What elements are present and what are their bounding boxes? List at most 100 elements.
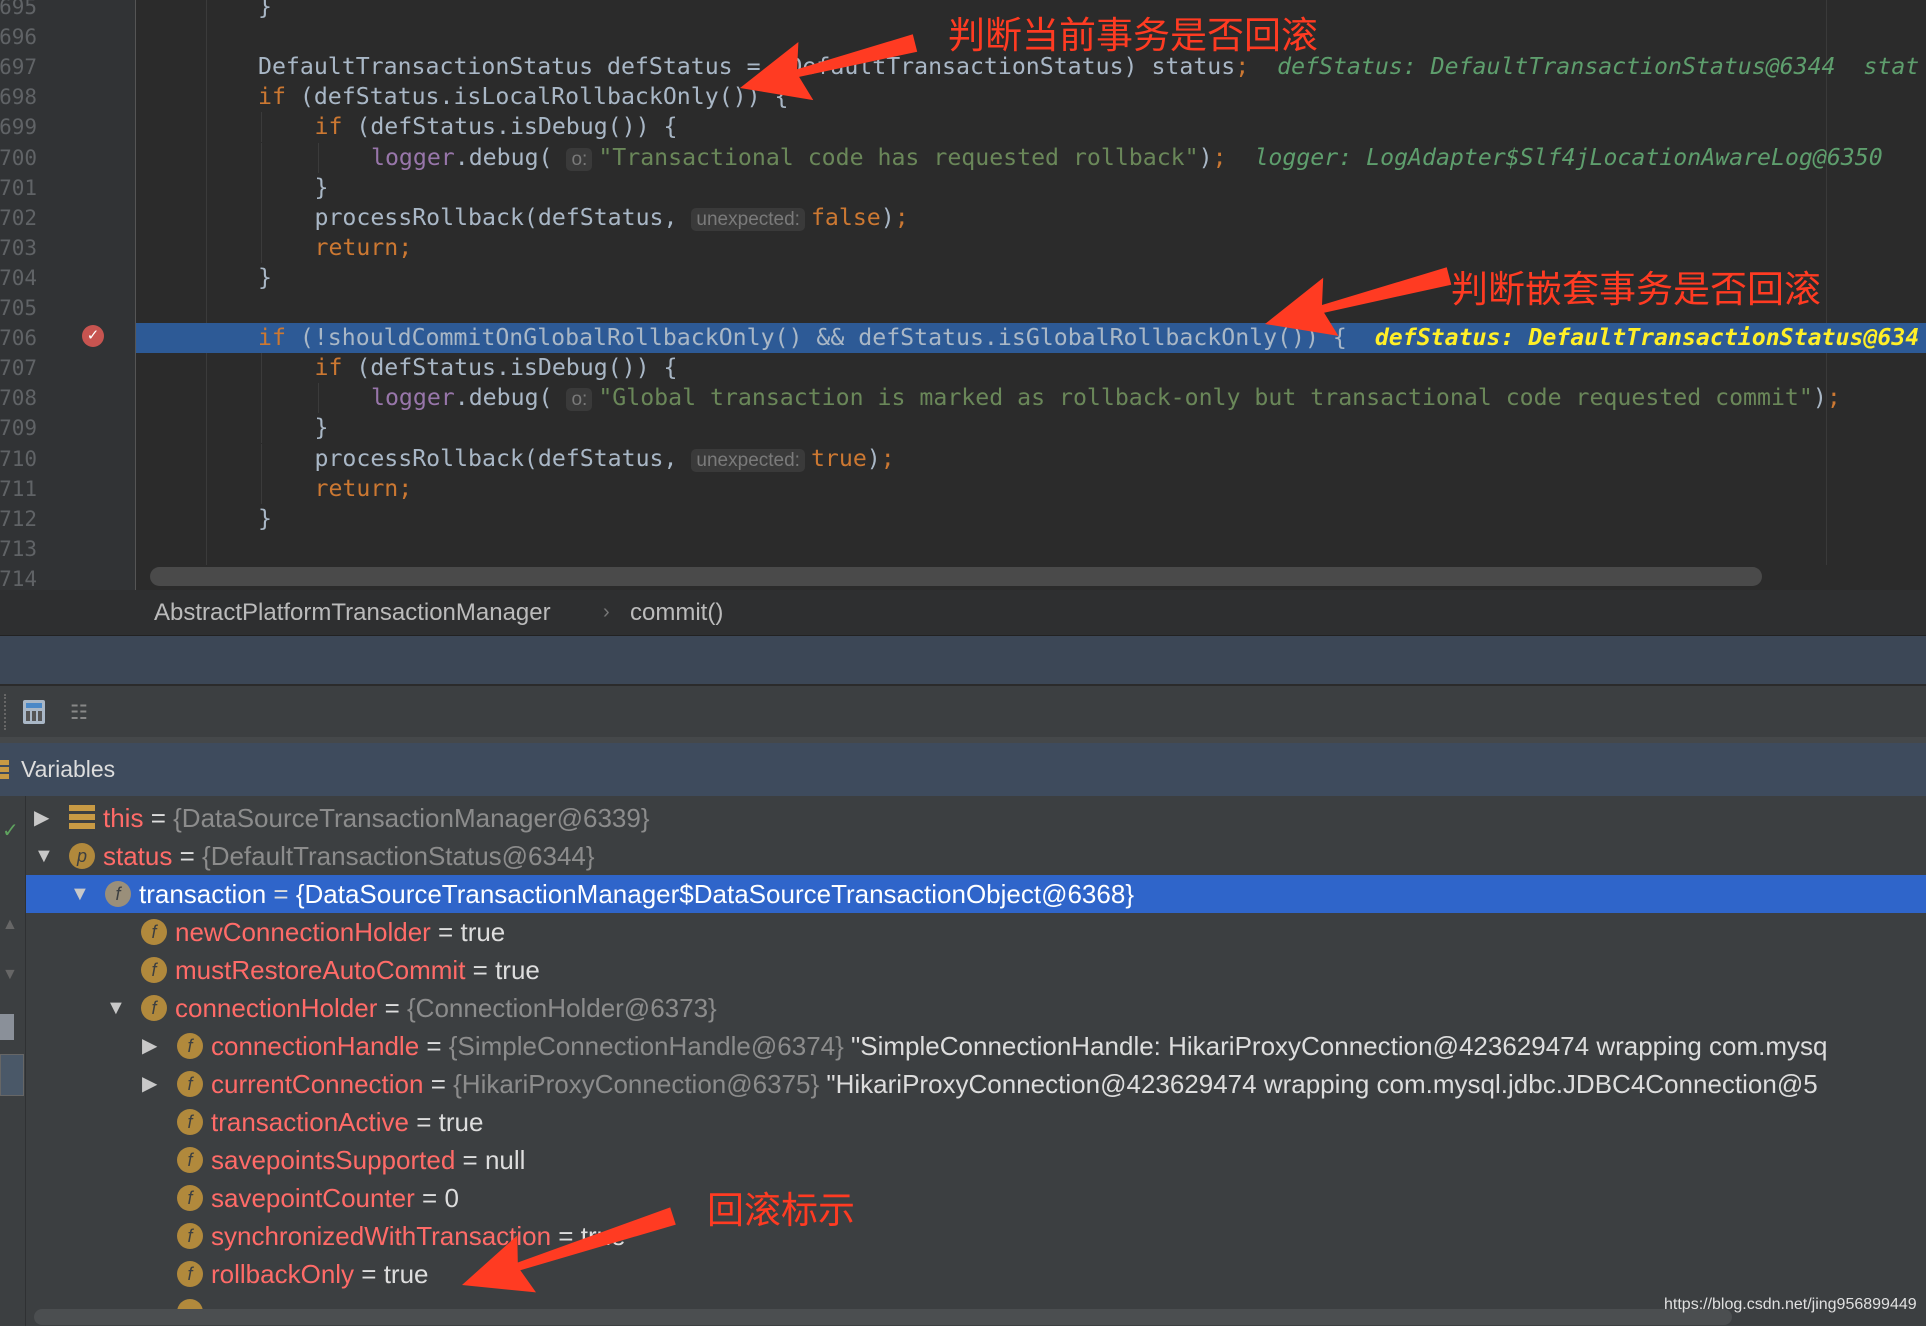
watermark: https://blog.csdn.net/jing956899449 — [1664, 1296, 1917, 1313]
line-number[interactable]: 699 — [0, 112, 37, 142]
breakpoint-icon[interactable]: ✓ — [82, 325, 104, 347]
equals-sign: = — [172, 841, 203, 871]
variable-row[interactable]: ▶ this = {DataSourceTransactionManager@63… — [26, 799, 1926, 837]
code-line[interactable] — [136, 534, 1926, 564]
code-line[interactable]: if (defStatus.isLocalRollbackOnly()) { — [136, 82, 1926, 112]
code-line[interactable]: } — [136, 504, 1926, 534]
expand-arrow-icon[interactable]: ▶ — [142, 1027, 157, 1065]
indent-guide — [261, 232, 262, 263]
editor-gutter[interactable]: 695 696 697 698 699 700 701 702 703 704 705 706 707 7… — [0, 0, 136, 590]
variable-value: true — [383, 1259, 429, 1289]
down-icon[interactable]: ▼ — [2, 966, 18, 984]
variable-row[interactable]: ▼ p status = {DefaultTransactionStatus@634… — [26, 837, 1926, 875]
code-token: return; — [314, 233, 413, 261]
indent-guide — [261, 473, 262, 504]
code-line[interactable]: return; — [136, 474, 1926, 504]
field-icon: f — [177, 1261, 203, 1287]
line-number[interactable]: 702 — [0, 203, 37, 233]
code-line[interactable]: if (defStatus.isDebug()) { — [136, 112, 1926, 142]
line-number[interactable]: 695 — [0, 0, 37, 22]
collapse-arrow-icon[interactable]: ▼ — [34, 837, 54, 875]
variable-row[interactable]: f savepointCounter = 0 — [26, 1179, 1926, 1217]
line-number[interactable]: 704 — [0, 263, 37, 293]
code-token: if — [258, 83, 300, 111]
checkmark-icon[interactable]: ✓ — [2, 818, 19, 843]
breadcrumb-class[interactable]: AbstractPlatformTransactionManager — [154, 590, 551, 635]
variable-row[interactable]: ▼ f transaction = {DataSourceTransactionMa… — [26, 875, 1926, 913]
up-icon[interactable]: ▲ — [2, 916, 18, 934]
line-number[interactable]: 710 — [0, 444, 37, 474]
line-number[interactable]: 700 — [0, 143, 37, 173]
variable-row[interactable]: ▶ f currentConnection = {HikariProxyConnec… — [26, 1065, 1926, 1103]
breadcrumb: AbstractPlatformTransactionManager › com… — [0, 590, 1926, 635]
code-token: if — [314, 113, 357, 141]
variable-name: rollbackOnly — [211, 1259, 355, 1289]
variable-value: 0 — [444, 1183, 459, 1213]
code-token: (!shouldCommitOnGlobalRollbackOnly() && … — [299, 324, 1347, 352]
indent-guide — [261, 443, 262, 474]
code-line[interactable]: logger.debug( o: "Global transaction is m… — [136, 383, 1926, 413]
code-token: processRollback(defStatus, — [314, 444, 692, 472]
watches-icon[interactable] — [0, 1054, 24, 1096]
code-line[interactable]: logger.debug( o: "Transactional code has … — [136, 143, 1926, 173]
line-number[interactable]: 708 — [0, 383, 37, 413]
variable-row[interactable]: f transactionActive = true — [26, 1103, 1926, 1141]
line-number[interactable]: 706 — [0, 323, 37, 353]
line-number[interactable]: 709 — [0, 413, 37, 443]
equals-sign: = — [266, 879, 296, 909]
line-number[interactable]: 696 — [0, 22, 37, 52]
indent-guide — [261, 413, 262, 444]
line-number[interactable]: 714 — [0, 564, 37, 590]
calculator-icon[interactable] — [23, 700, 45, 724]
toolbar-grip[interactable] — [4, 694, 8, 730]
code-line[interactable]: } — [136, 173, 1926, 203]
variables-tree[interactable]: ✓ ▲ ▼ ▶ this = {DataSourceTransactionMana… — [0, 796, 1926, 1326]
code-token: (defStatus.isDebug()) { — [356, 354, 678, 382]
variable-tostring: "SimpleConnectionHandle: HikariProxyConn… — [851, 1031, 1828, 1061]
collapse-arrow-icon[interactable]: ▼ — [70, 875, 90, 913]
restore-layout-icon[interactable]: ☷ — [70, 702, 98, 724]
variable-row[interactable]: ▼ f connectionHolder = {ConnectionHolder@6… — [26, 989, 1926, 1027]
variable-row[interactable]: f newConnectionHolder = true — [26, 913, 1926, 951]
variable-name: status — [103, 841, 173, 871]
equals-sign: = — [408, 1107, 439, 1137]
equals-sign: = — [143, 803, 174, 833]
expand-arrow-icon[interactable]: ▶ — [34, 799, 49, 837]
breadcrumb-method[interactable]: commit() — [630, 590, 723, 635]
line-number[interactable]: 711 — [0, 474, 37, 504]
code-token: ) — [1198, 143, 1213, 171]
annotation-global-rollback: 判断嵌套事务是否回滚 — [1451, 269, 1821, 310]
variable-row[interactable]: f rollbackOnly = true — [26, 1255, 1926, 1293]
code-token: ; — [1212, 143, 1227, 171]
line-number[interactable]: 713 — [0, 534, 37, 564]
variable-row[interactable]: ▶ f connectionHandle = {SimpleConnectionHa… — [26, 1027, 1926, 1065]
equals-sign: = — [465, 955, 496, 985]
current-execution-line[interactable]: if (!shouldCommitOnGlobalRollbackOnly() … — [136, 323, 1926, 354]
expand-arrow-icon[interactable]: ▶ — [142, 1065, 157, 1103]
code-line[interactable]: } — [136, 413, 1926, 443]
code-token: if — [258, 324, 300, 352]
line-number[interactable]: 707 — [0, 353, 37, 383]
code-line[interactable]: processRollback(defStatus, unexpected: fa… — [136, 203, 1926, 233]
annotation-local-rollback: 判断当前事务是否回滚 — [948, 15, 1318, 56]
line-number[interactable]: 697 — [0, 52, 37, 82]
variable-name: mustRestoreAutoCommit — [175, 955, 466, 985]
frames-icon[interactable] — [0, 1014, 14, 1040]
line-number[interactable]: 698 — [0, 82, 37, 112]
line-number[interactable]: 703 — [0, 233, 37, 263]
code-token: ) — [880, 203, 895, 231]
code-token: "Global transaction is marked as rollbac… — [598, 384, 1813, 412]
variables-horizontal-scrollbar[interactable] — [34, 1309, 1732, 1325]
variable-row[interactable]: f mustRestoreAutoCommit = true — [26, 951, 1926, 989]
code-line[interactable]: if (defStatus.isDebug()) { — [136, 353, 1926, 383]
line-number[interactable]: 712 — [0, 504, 37, 534]
variable-row[interactable]: f synchronizedWithTransaction = true — [26, 1217, 1926, 1255]
line-number[interactable]: 701 — [0, 173, 37, 203]
editor-horizontal-scrollbar[interactable] — [150, 567, 1762, 586]
code-token: return; — [314, 474, 413, 502]
variable-row[interactable]: f savepointsSupported = null — [26, 1141, 1926, 1179]
code-token: ; — [880, 444, 895, 472]
line-number[interactable]: 705 — [0, 293, 37, 323]
collapse-arrow-icon[interactable]: ▼ — [106, 989, 126, 1027]
code-line[interactable]: processRollback(defStatus, unexpected: tr… — [136, 444, 1926, 474]
